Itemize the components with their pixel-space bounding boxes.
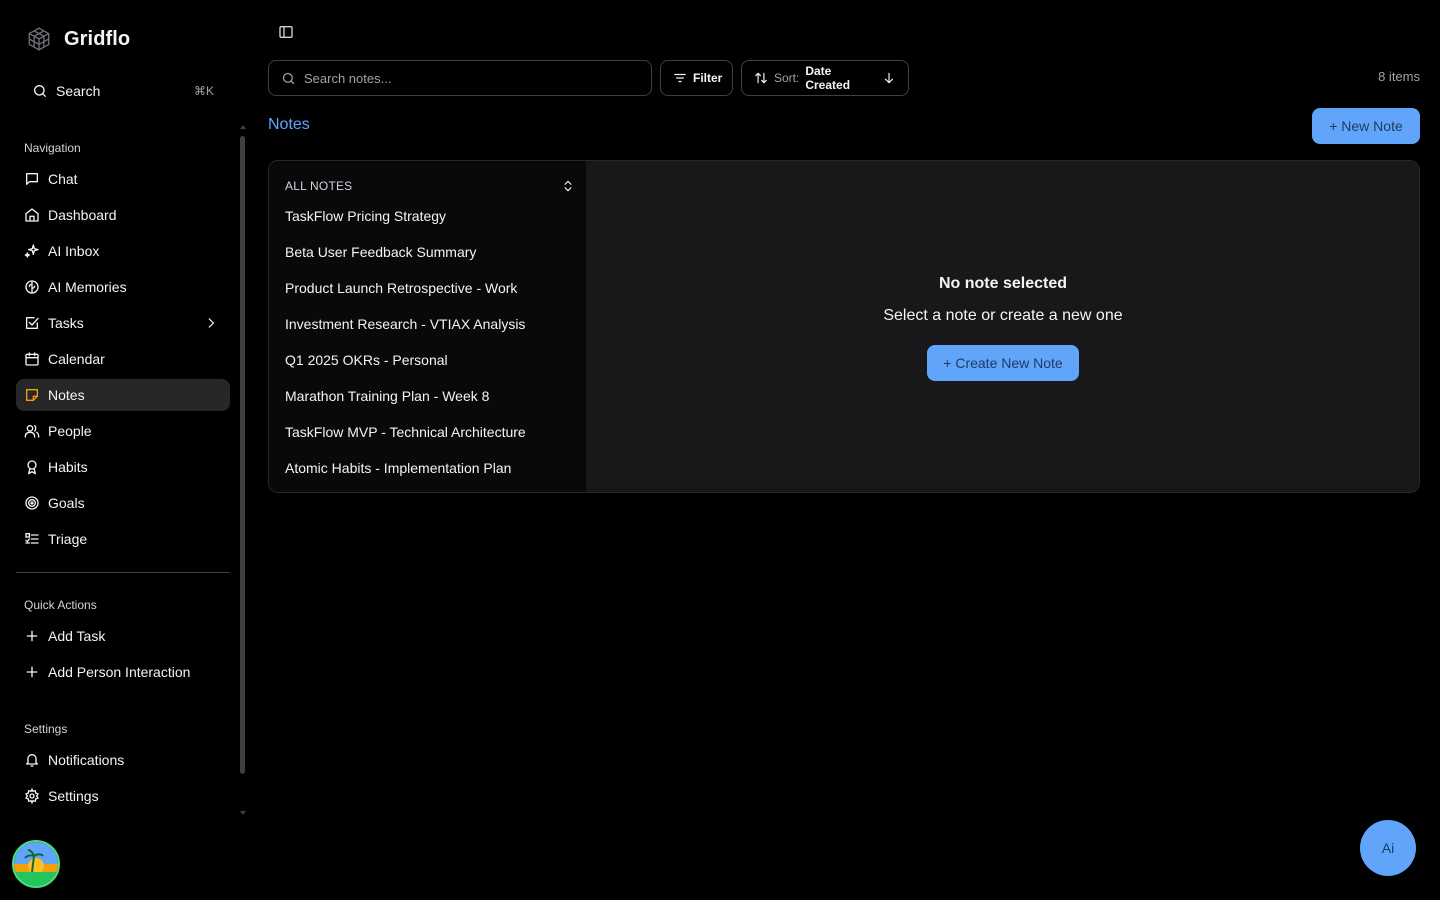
sidebar-scrollbar[interactable] bbox=[240, 136, 245, 774]
sidebar-item-calendar[interactable]: Calendar bbox=[16, 343, 230, 375]
search-icon bbox=[32, 83, 48, 99]
notes-list-header-label: ALL NOTES bbox=[285, 179, 353, 193]
sidebar-item-label: Goals bbox=[48, 495, 85, 511]
list-item[interactable]: TaskFlow Pricing Strategy bbox=[285, 202, 575, 230]
avatar[interactable] bbox=[12, 840, 60, 888]
sort-icon bbox=[754, 71, 768, 85]
sidebar-item-triage[interactable]: Triage bbox=[16, 523, 230, 555]
sidebar-item-settings[interactable]: Settings bbox=[16, 780, 230, 812]
note-detail: No note selected Select a note or create… bbox=[587, 161, 1419, 492]
sidebar-item-label: Settings bbox=[48, 788, 99, 804]
navigation-label: Navigation bbox=[24, 141, 81, 155]
filter-label: Filter bbox=[693, 71, 723, 85]
sidebar-item-label: Calendar bbox=[48, 351, 105, 367]
sidebar-divider bbox=[16, 572, 230, 573]
empty-state-title: No note selected bbox=[938, 275, 1068, 292]
filter-button[interactable]: Filter bbox=[660, 60, 733, 96]
search-input[interactable] bbox=[304, 70, 639, 86]
items-count: 8 items bbox=[1378, 69, 1420, 84]
main-content: Filter Sort: Date Created 8 items Notes … bbox=[248, 0, 1440, 900]
sidebar-item-goals[interactable]: Goals bbox=[16, 487, 230, 519]
list-item[interactable]: Beta User Feedback Summary bbox=[285, 238, 575, 266]
sidebar-item-label: Notes bbox=[48, 387, 85, 403]
award-icon bbox=[24, 459, 40, 475]
target-icon bbox=[24, 495, 40, 511]
quick-actions-label: Quick Actions bbox=[24, 598, 97, 612]
sidebar-search[interactable]: Search ⌘K bbox=[16, 74, 230, 108]
sidebar-item-label: People bbox=[48, 423, 92, 439]
list-item[interactable]: Product Launch Retrospective - Work bbox=[285, 274, 575, 302]
message-square-icon bbox=[24, 171, 40, 187]
sidebar-item-label: Tasks bbox=[48, 315, 84, 331]
toggle-sidebar-button[interactable] bbox=[278, 24, 294, 40]
brand[interactable]: Gridflo bbox=[26, 26, 130, 52]
scroll-down-arrow[interactable] bbox=[239, 810, 247, 816]
sidebar-item-people[interactable]: People bbox=[16, 415, 230, 447]
settings-label: Settings bbox=[24, 722, 68, 736]
sidebar-item-label: Dashboard bbox=[48, 207, 117, 223]
quick-action-label: Add Person Interaction bbox=[48, 664, 191, 680]
ai-assistant-button[interactable]: Ai bbox=[1360, 820, 1416, 876]
panel-left-icon bbox=[278, 24, 294, 40]
brain-icon bbox=[24, 279, 40, 295]
search-shortcut: ⌘K bbox=[193, 84, 214, 98]
sidebar-search-label: Search bbox=[56, 83, 101, 99]
bell-icon bbox=[24, 752, 40, 768]
sidebar-item-label: AI Inbox bbox=[48, 243, 100, 259]
quick-action-label: Add Task bbox=[48, 628, 106, 644]
arrow-down-icon bbox=[882, 71, 896, 85]
sidebar-item-tasks[interactable]: Tasks bbox=[16, 307, 230, 339]
empty-state-subtitle: Select a note or create a new one bbox=[883, 307, 1123, 324]
page-title: Notes bbox=[268, 116, 310, 133]
brand-name: Gridflo bbox=[64, 27, 131, 50]
sidebar-item-label: Habits bbox=[48, 459, 88, 475]
sidebar-item-habits[interactable]: Habits bbox=[16, 451, 230, 483]
sort-value: Date Created bbox=[805, 64, 851, 92]
cube-grid-icon bbox=[26, 26, 52, 52]
sort-button[interactable]: Sort: Date Created bbox=[741, 60, 909, 96]
add-person-interaction-button[interactable]: Add Person Interaction bbox=[16, 656, 230, 688]
list-item[interactable]: Investment Research - VTIAX Analysis bbox=[285, 310, 575, 338]
list-item[interactable]: Atomic Habits - Implementation Plan bbox=[285, 454, 575, 482]
sidebar: Gridflo Search ⌘K Navigation Chat Dashbo… bbox=[0, 0, 248, 900]
calendar-icon bbox=[24, 351, 40, 367]
sidebar-item-ai-memories[interactable]: AI Memories bbox=[16, 271, 230, 303]
check-square-icon bbox=[24, 315, 40, 331]
notes-card: ALL NOTES TaskFlow Pricing Strategy Beta… bbox=[268, 160, 1420, 493]
plus-icon bbox=[24, 664, 40, 680]
chevrons-up-down-icon[interactable] bbox=[561, 179, 575, 193]
filter-icon bbox=[673, 71, 687, 85]
users-icon bbox=[24, 423, 40, 439]
sticky-note-icon bbox=[24, 387, 40, 403]
new-note-button[interactable]: + New Note bbox=[1312, 108, 1420, 144]
list-item[interactable]: Q1 2025 OKRs - Personal bbox=[285, 346, 575, 374]
create-new-note-button[interactable]: + Create New Note bbox=[927, 345, 1079, 381]
sidebar-item-dashboard[interactable]: Dashboard bbox=[16, 199, 230, 231]
sidebar-item-label: Notifications bbox=[48, 752, 125, 768]
sort-prefix: Sort: bbox=[774, 71, 800, 85]
sparkles-icon bbox=[24, 243, 40, 259]
sidebar-item-label: Chat bbox=[48, 171, 78, 187]
home-icon bbox=[24, 207, 40, 223]
add-task-button[interactable]: Add Task bbox=[16, 620, 230, 652]
scroll-up-arrow[interactable] bbox=[239, 124, 247, 130]
chevron-right-icon[interactable] bbox=[204, 316, 218, 330]
list-item[interactable]: Marathon Training Plan - Week 8 bbox=[285, 382, 575, 410]
notes-search[interactable] bbox=[268, 60, 652, 96]
notes-list: ALL NOTES TaskFlow Pricing Strategy Beta… bbox=[269, 161, 587, 492]
plus-icon bbox=[24, 628, 40, 644]
sidebar-item-chat[interactable]: Chat bbox=[16, 163, 230, 195]
sidebar-item-notes[interactable]: Notes bbox=[16, 379, 230, 411]
sidebar-item-label: AI Memories bbox=[48, 279, 127, 295]
search-icon bbox=[281, 71, 296, 86]
sidebar-item-notifications[interactable]: Notifications bbox=[16, 744, 230, 776]
gear-icon bbox=[24, 788, 40, 804]
list-todo-icon bbox=[24, 531, 40, 547]
notes-list-header[interactable]: ALL NOTES bbox=[285, 177, 575, 195]
sidebar-item-ai-inbox[interactable]: AI Inbox bbox=[16, 235, 230, 267]
sidebar-item-label: Triage bbox=[48, 531, 88, 547]
list-item[interactable]: TaskFlow MVP - Technical Architecture bbox=[285, 418, 575, 446]
